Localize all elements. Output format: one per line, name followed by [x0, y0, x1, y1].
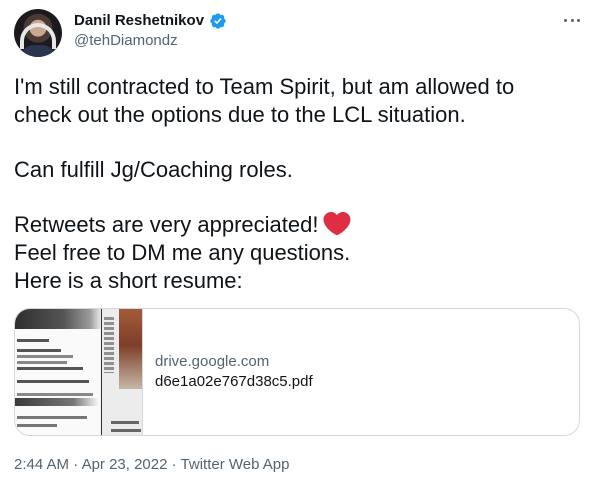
resume-preview-text	[17, 349, 61, 352]
resume-preview-text	[111, 429, 141, 432]
tweet-source[interactable]: Twitter Web App	[181, 456, 290, 473]
resume-preview-text	[17, 361, 67, 364]
author-name-row: Danil Reshetnikov	[74, 11, 227, 30]
tweet-text-line: Retweets are very appreciated!	[14, 211, 351, 239]
link-card-info: drive.google.com d6e1a02e767d38c5.pdf	[143, 309, 313, 435]
red-heart-emoji-icon	[323, 212, 350, 236]
link-card-thumbnail	[15, 309, 143, 435]
tweet-date[interactable]: Apr 23, 2022	[82, 456, 168, 473]
resume-preview-text	[17, 367, 83, 370]
tweet-text-line: Here is a short resume:	[14, 268, 243, 293]
verified-badge-icon	[210, 12, 226, 29]
resume-preview-text	[17, 416, 87, 419]
meta-separator: ·	[73, 456, 79, 473]
tweet: Danil Reshetnikov @tehDiamondz I'm still…	[0, 0, 594, 485]
resume-preview-text	[111, 421, 139, 424]
link-card-title: d6e1a02e767d38c5.pdf	[155, 373, 313, 390]
link-card[interactable]: drive.google.com d6e1a02e767d38c5.pdf	[14, 308, 580, 436]
tweet-text-line-label: Retweets are very appreciated!	[14, 212, 319, 237]
link-card-domain: drive.google.com	[155, 353, 270, 370]
tweet-text-line: check out the options due to the LCL sit…	[14, 102, 466, 127]
resume-preview-photo	[119, 309, 142, 389]
tweet-meta: 2:44 AM · Apr 23, 2022 · Twitter Web App	[14, 455, 290, 475]
meta-separator: ·	[171, 456, 177, 473]
avatar[interactable]	[14, 9, 62, 57]
more-options-button[interactable]	[561, 10, 583, 30]
resume-preview-section-bar	[15, 398, 99, 406]
more-options-icon-dot	[570, 18, 574, 22]
resume-preview-text	[17, 393, 93, 396]
resume-preview-text	[17, 355, 73, 358]
resume-preview-header	[15, 309, 103, 329]
resume-preview-text	[17, 424, 57, 427]
tweet-time[interactable]: 2:44 AM	[14, 456, 69, 473]
tweet-text-line: Can fulfill Jg/Coaching roles.	[14, 157, 293, 182]
resume-preview-text	[17, 339, 49, 342]
tweet-text-line: Feel free to DM me any questions.	[14, 240, 351, 265]
author-handle[interactable]: @tehDiamondz	[74, 31, 178, 50]
more-options-icon-dot	[577, 18, 580, 22]
tweet-text-line: I'm still contracted to Team Spirit, but…	[14, 74, 515, 99]
resume-preview-vertical-text	[104, 317, 114, 373]
resume-preview-text	[17, 380, 89, 383]
more-options-icon	[564, 18, 567, 22]
author-display-name[interactable]: Danil Reshetnikov	[74, 11, 204, 30]
